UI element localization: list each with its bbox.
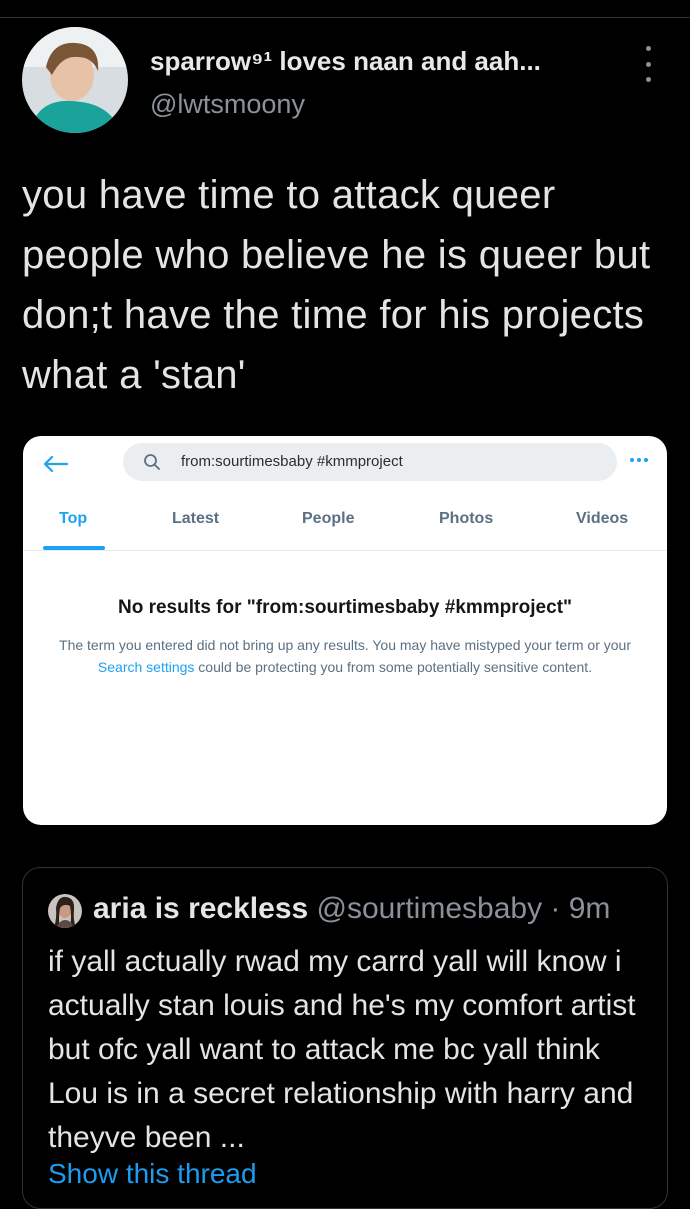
quoted-author-handle[interactable]: @sourtimesbaby <box>317 892 543 925</box>
tab-people: People <box>302 510 355 527</box>
tab-photos: Photos <box>439 510 494 527</box>
author-avatar[interactable] <box>22 27 128 133</box>
tab-latest: Latest <box>172 510 220 527</box>
quoted-tweet[interactable]: aria is reckless @sourtimesbaby · 9m if … <box>22 867 668 1209</box>
author-handle[interactable]: @lwtsmoony <box>150 89 305 120</box>
attached-image-card[interactable]: from:sourtimesbaby #kmmproject Top Lates… <box>23 436 667 825</box>
author-name[interactable]: sparrow⁹¹ loves naan and aah... <box>150 46 541 77</box>
search-tabs: Top Latest People Photos Videos <box>23 496 667 551</box>
tab-videos: Videos <box>576 510 629 527</box>
quoted-author-avatar <box>48 894 82 928</box>
tweet-text: you have time to attack queer people who… <box>22 173 651 397</box>
search-icon <box>144 454 160 470</box>
show-thread-link[interactable]: Show this thread <box>48 1158 257 1190</box>
search-query: from:sourtimesbaby #kmmproject <box>181 453 403 470</box>
tweet-header: sparrow⁹¹ loves naan and aah... @lwtsmoo… <box>22 27 672 137</box>
active-tab-indicator <box>43 546 105 550</box>
no-results-text-2: could be protecting you from some potent… <box>194 659 593 675</box>
no-results-title: No results for "from:sourtimesbaby #kmmp… <box>117 597 573 618</box>
more-options-icon[interactable] <box>644 46 652 82</box>
quoted-tweet-meta: aria is reckless @sourtimesbaby · 9m <box>93 892 610 926</box>
quoted-author-name[interactable]: aria is reckless <box>93 892 308 925</box>
search-input: from:sourtimesbaby #kmmproject <box>123 443 617 481</box>
quoted-tweet-text: if yall actually rwad my carrd yall will… <box>48 945 636 1154</box>
back-arrow-icon <box>43 455 69 473</box>
tab-top: Top <box>59 510 88 527</box>
card-more-icon <box>630 458 648 462</box>
no-results-text-1: The term you entered did not bring up an… <box>59 637 631 653</box>
quoted-timestamp[interactable]: 9m <box>569 892 611 925</box>
no-results-body: The term you entered did not bring up an… <box>35 634 655 678</box>
meta-separator: · <box>542 892 569 925</box>
top-divider <box>0 17 690 18</box>
search-settings-link: Search settings <box>97 659 195 675</box>
